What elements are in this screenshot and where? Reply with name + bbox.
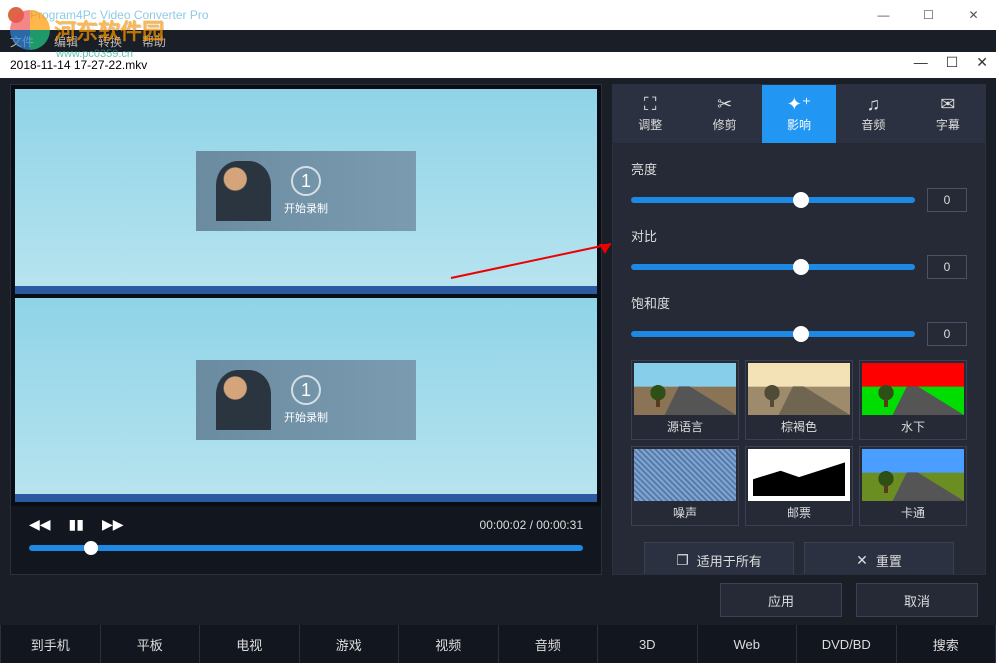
play-pause-button[interactable]: ▮▮ [69,516,84,533]
cat-game[interactable]: 游戏 [300,625,400,663]
reset-button[interactable]: ✕重置 [804,542,954,574]
sub-minimize-button[interactable]: — [914,54,928,71]
tab-subtitle[interactable]: ✉字幕 [911,85,985,143]
tab-crop[interactable]: ⛶调整 [613,85,687,143]
dialog-actions: 应用 取消 [0,575,996,625]
apply-button[interactable]: 应用 [720,583,842,617]
menu-convert[interactable]: 转换 [98,33,122,50]
tab-audio[interactable]: ♫音频 [836,85,910,143]
output-frame: 1开始录制 [15,298,597,503]
maximize-button[interactable]: ☐ [906,0,951,30]
window-titlebar: Program4Pc Video Converter Pro — ☐ ✕ [0,0,996,30]
brightness-slider[interactable] [631,197,915,203]
window-title: Program4Pc Video Converter Pro [30,8,209,22]
scissors-icon: ✂ [717,95,732,113]
preset-cartoon[interactable]: 卡通 [859,446,967,526]
menubar: 文件 编辑 转换 帮助 [0,30,996,52]
crop-icon: ⛶ [644,95,657,113]
seek-slider[interactable] [29,545,583,551]
preview-panel: 1开始录制 1开始录制 ◀◀ ▮▮ ▶▶ 00:00:02 / 00:00:31 [10,84,602,575]
cat-audio[interactable]: 音频 [499,625,599,663]
contrast-label: 对比 [631,226,967,245]
cat-dvd[interactable]: DVD/BD [797,625,897,663]
music-icon: ♫ [867,95,881,113]
category-bar: 到手机 平板 电视 游戏 视频 音频 3D Web DVD/BD 搜索 [0,625,996,663]
preset-underwater[interactable]: 水下 [859,360,967,440]
saturation-value[interactable]: 0 [927,322,967,346]
minimize-button[interactable]: — [861,0,906,30]
saturation-label: 饱和度 [631,293,967,312]
menu-file[interactable]: 文件 [10,33,34,50]
cat-video[interactable]: 视频 [399,625,499,663]
contrast-slider[interactable] [631,264,915,270]
tab-effect[interactable]: ✦⁺影响 [762,85,836,143]
close-button[interactable]: ✕ [951,0,996,30]
brightness-label: 亮度 [631,159,967,178]
playback-controls: ◀◀ ▮▮ ▶▶ 00:00:02 / 00:00:31 [11,506,601,574]
cat-search[interactable]: 搜索 [897,625,996,663]
menu-help[interactable]: 帮助 [142,33,166,50]
file-bar: 2018-11-14 17-27-22.mkv — ☐ ✕ [0,52,996,78]
cat-3d[interactable]: 3D [598,625,698,663]
cat-phone[interactable]: 到手机 [0,625,101,663]
cancel-button[interactable]: 取消 [856,583,978,617]
next-button[interactable]: ▶▶ [102,516,124,533]
effect-tabs: ⛶调整 ✂修剪 ✦⁺影响 ♫音频 ✉字幕 [613,85,985,143]
effects-panel: ⛶调整 ✂修剪 ✦⁺影响 ♫音频 ✉字幕 亮度 0 对比 0 [612,84,986,575]
copy-icon: ❐ [676,552,689,569]
preset-noise[interactable]: 噪声 [631,446,739,526]
prev-button[interactable]: ◀◀ [29,516,51,533]
menu-edit[interactable]: 编辑 [54,33,78,50]
preset-original[interactable]: 源语言 [631,360,739,440]
sub-maximize-button[interactable]: ☐ [946,54,959,71]
brightness-value[interactable]: 0 [927,188,967,212]
app-icon [8,7,24,23]
wand-icon: ✦⁺ [787,95,812,113]
apply-all-button[interactable]: ❐适用于所有 [644,542,794,574]
video-preview: 1开始录制 1开始录制 [11,85,601,506]
cat-tv[interactable]: 电视 [200,625,300,663]
sub-close-button[interactable]: ✕ [976,54,988,71]
preset-stamp[interactable]: 邮票 [745,446,853,526]
preset-sepia[interactable]: 棕褐色 [745,360,853,440]
close-icon: ✕ [856,552,868,569]
subtitle-icon: ✉ [940,95,955,113]
saturation-slider[interactable] [631,331,915,337]
time-display: 00:00:02 / 00:00:31 [480,518,583,532]
preset-grid: 源语言 棕褐色 水下 噪声 邮票 卡通 [631,360,967,526]
original-frame: 1开始录制 [15,89,597,294]
contrast-value[interactable]: 0 [927,255,967,279]
tab-trim[interactable]: ✂修剪 [687,85,761,143]
cat-tablet[interactable]: 平板 [101,625,201,663]
current-filename: 2018-11-14 17-27-22.mkv [10,58,147,72]
cat-web[interactable]: Web [698,625,798,663]
